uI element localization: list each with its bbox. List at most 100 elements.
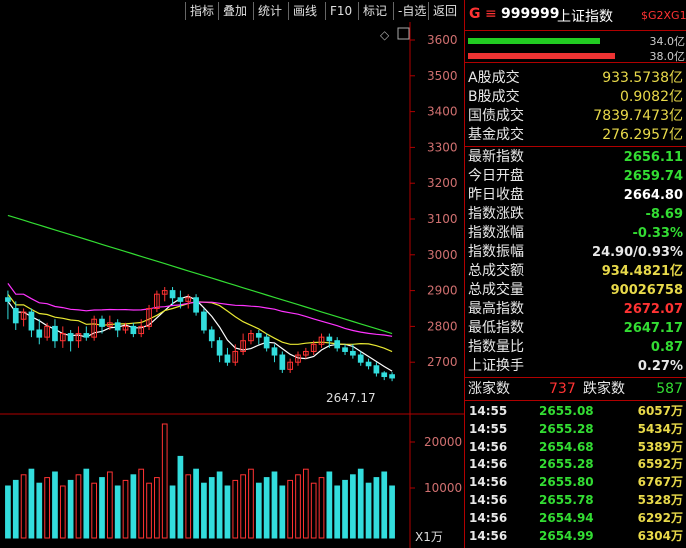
candle-body: [114, 322, 121, 331]
tick-volume: 6304万: [637, 528, 683, 543]
stat-row: 最高指数 2672.07: [465, 300, 686, 319]
kline-chart[interactable]: 3600 3500 3400 3300 3200 3100 3000 2900 2800 2700…: [0, 22, 464, 548]
candle-body: [216, 340, 223, 356]
stat-row: 指数涨幅 -0.33%: [465, 224, 686, 243]
price-tick-label: 3600: [427, 33, 458, 47]
stat-row: 指数涨跌 -8.69: [465, 205, 686, 224]
volume-bar: [255, 482, 262, 539]
indicator-button[interactable]: 指标: [185, 2, 218, 20]
candle-body: [12, 308, 19, 324]
tick-price: 2654.68: [539, 439, 594, 454]
volume-bar: [130, 474, 137, 539]
turnover-label: 国债成交: [468, 108, 524, 124]
turnover-value: 276.2957亿: [602, 127, 683, 143]
index-name: 上证指数: [557, 9, 613, 25]
volume-bar: [75, 474, 82, 539]
chart-grid: [0, 22, 464, 548]
volume-bar: [169, 485, 176, 539]
turnover-row: B股成交 0.9082亿: [465, 88, 686, 107]
stat-value: -0.33%: [632, 226, 684, 241]
price-tick-label: 2700: [427, 355, 458, 369]
stat-value: 2672.07: [623, 302, 683, 317]
candle-body: [99, 318, 105, 327]
tick-price: 2655.78: [539, 493, 594, 507]
stat-value: 2659.74: [623, 169, 683, 184]
volume-bar: [224, 485, 231, 539]
up-count-label: 涨家数: [468, 381, 510, 397]
back-button[interactable]: 返回: [428, 2, 461, 20]
stat-row: 最低指数 2647.17: [465, 319, 686, 338]
menu-icon[interactable]: ≡: [485, 6, 497, 22]
up-volume-value: 34.0亿: [649, 35, 686, 48]
price-tick-label: 3500: [427, 69, 458, 83]
candle-body: [169, 290, 176, 299]
tick-volume: 6767万: [637, 475, 683, 490]
stat-row: 最新指数 2656.11: [465, 148, 686, 167]
turnover-label: A股成交: [468, 70, 520, 86]
down-volume-bar: [468, 53, 615, 59]
volume-bar: [357, 468, 364, 539]
down-count-value: 587: [656, 381, 683, 397]
price-tick-label: 3100: [427, 212, 458, 226]
stat-label: 最低指数: [468, 320, 524, 336]
candle-body: [5, 297, 11, 302]
market-breadth: 涨家数 737 跌家数 587: [465, 380, 686, 399]
tick-volume: 5434万: [637, 421, 683, 436]
tick-time: 14:56: [469, 510, 508, 525]
stat-label: 昨日收盘: [468, 187, 524, 203]
stat-row: 昨日收盘 2664.80: [465, 186, 686, 205]
volume-bar: [193, 468, 199, 539]
candle-body: [342, 347, 348, 352]
tick-time: 14:55: [469, 421, 508, 436]
volume-tick-label: 10000: [424, 481, 462, 495]
g-label: G: [469, 6, 481, 22]
divider: [465, 377, 686, 378]
overlay-button[interactable]: 叠加: [218, 2, 251, 20]
candle-body: [130, 325, 137, 335]
candle-body: [334, 340, 341, 349]
candle-body: [193, 297, 199, 313]
tick-time: 14:56: [469, 439, 508, 454]
volume-bar: [122, 479, 129, 539]
low-annotation: 2647.17: [326, 391, 376, 405]
turnover-row: 国债成交 7839.7473亿: [465, 107, 686, 126]
diamond-icon[interactable]: ◇: [380, 28, 390, 42]
volume-bar: [350, 474, 356, 539]
candle-body: [255, 333, 262, 338]
volume-tick-label: 20000: [424, 435, 462, 449]
panel-toggle-icon[interactable]: [397, 27, 410, 40]
volume-bar: [138, 468, 145, 539]
stat-row: 上证换手 0.27%: [465, 357, 686, 376]
watchlist-button[interactable]: -自选: [393, 2, 430, 20]
volume-bar: [201, 482, 207, 539]
tick-row: 14:55 2655.08 6057万: [465, 402, 686, 420]
stat-value: 2664.80: [623, 188, 683, 203]
tick-time: 14:56: [469, 475, 508, 490]
candle-body: [263, 336, 270, 349]
volume-bar: [365, 482, 372, 539]
divider: [465, 146, 686, 147]
candle-body: [177, 297, 184, 302]
volume-bar: [248, 468, 254, 539]
mark-button[interactable]: 标记: [358, 2, 391, 20]
candle-body: [52, 325, 58, 342]
stat-value: 90026758: [610, 283, 683, 298]
price-tick-label: 2800: [427, 319, 458, 333]
price-tick-label: 3200: [427, 176, 458, 190]
stat-row: 指数量比 0.87: [465, 338, 686, 357]
volume-bar: [5, 485, 11, 539]
tick-volume: 5389万: [637, 439, 683, 454]
volume-series: [5, 423, 395, 539]
candle-body: [350, 350, 356, 356]
volume-bar: [271, 471, 278, 539]
statistics-button[interactable]: 统计: [253, 2, 286, 20]
index-tag: $G2XG1: [641, 9, 686, 22]
f10-button[interactable]: F10: [325, 2, 356, 20]
stat-row: 指数振幅 24.90/0.93%: [465, 243, 686, 262]
volume-bar: [106, 471, 113, 539]
tick-price: 2655.08: [539, 404, 594, 418]
volume-bar: [36, 482, 43, 539]
tick-price: 2655.28: [539, 421, 594, 436]
stat-value: 0.87: [650, 340, 683, 355]
draw-line-button[interactable]: 画线: [288, 2, 321, 20]
